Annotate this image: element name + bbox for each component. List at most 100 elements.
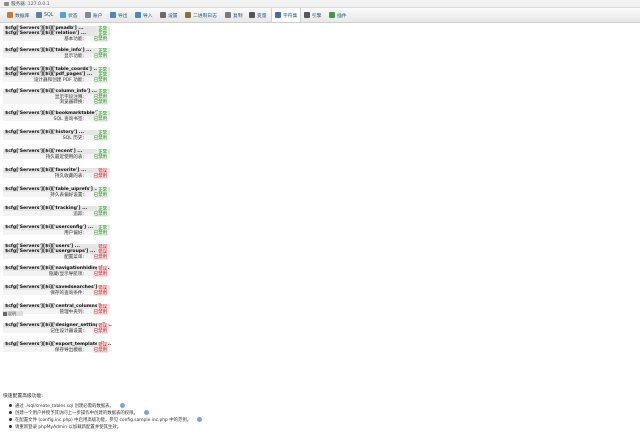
status-disabled[interactable]: 已禁用 — [92, 77, 108, 83]
tab-label: 数据库 — [15, 13, 30, 19]
feature-label: 隐藏/显示导航项: — [48, 272, 84, 277]
feature-label: 持久收藏的表: — [54, 174, 84, 179]
feature-label: 基本功能: — [64, 37, 84, 42]
tab-export[interactable]: 导出 — [107, 8, 131, 22]
quick-step-text: 创建一个用户并授予其访问上一步操作中创建的数据表的权限。 — [15, 410, 138, 416]
bullet-icon — [9, 404, 12, 407]
tab-sql[interactable]: SQL — [33, 8, 57, 22]
variables-icon — [249, 12, 255, 18]
tab-label: 插件 — [337, 13, 347, 19]
quick-steps: 快速配置高级功能: 通过 ./sql/create_tables.sql 创建必… — [3, 392, 623, 430]
feature-row: 持久收藏的表: 已禁用 — [3, 173, 110, 179]
sql-icon — [36, 12, 42, 18]
feature-row: 持久表偏好设置: 已禁用 — [3, 192, 110, 198]
tab-label: 设置 — [168, 13, 178, 19]
quick-step-item: 在配置文件 (config.inc.php) 中启用高级功能，参见 config… — [3, 416, 623, 423]
breadcrumb-server[interactable]: 服务器: 127.0.0.1 — [11, 1, 50, 7]
charset-icon — [275, 12, 281, 18]
tab-settings[interactable]: 设置 — [157, 8, 181, 22]
feature-label: 浏览器转换: — [59, 100, 84, 105]
users-icon — [85, 12, 91, 18]
feature-label: 保存的查询条件: — [50, 291, 84, 296]
tab-engines[interactable]: 引擎 — [301, 8, 325, 22]
tab-users[interactable]: 账户 — [82, 8, 106, 22]
feature-row: 用户偏好: 已禁用 — [3, 230, 110, 236]
help-icon[interactable] — [197, 417, 203, 422]
tab-status[interactable]: 状态 — [57, 8, 81, 22]
status-disabled[interactable]: 已禁用 — [92, 230, 108, 236]
status-error[interactable]: 已禁用 — [92, 173, 108, 179]
tab-label: 二进制日志 — [193, 13, 217, 19]
tab-variables[interactable]: 变量 — [246, 8, 270, 22]
settings-icon — [160, 12, 166, 18]
status-disabled[interactable]: 已禁用 — [92, 36, 108, 42]
status-disabled[interactable]: 已禁用 — [92, 116, 108, 122]
feature-row: 持久最近使用的表: 已禁用 — [3, 154, 110, 160]
tab-label: 变量 — [257, 13, 267, 19]
top-bar: 服务器: 127.0.0.1 — [0, 0, 640, 8]
tab-replication[interactable]: 复制 — [222, 8, 246, 22]
feature-row: 显示功能: 已禁用 — [3, 53, 110, 59]
feature-label: 设计器和创建 PDF 功能: — [33, 78, 84, 83]
status-error[interactable]: 已禁用 — [92, 328, 108, 334]
quick-steps-title: 快速配置高级功能: — [3, 394, 43, 399]
feature-label: SQL 历史: — [62, 136, 84, 141]
quick-step-text: 在配置文件 (config.inc.php) 中启用高级功能，参见 config… — [15, 417, 192, 423]
feature-label: 显示功能: — [64, 54, 84, 59]
quick-steps-list: 通过 ./sql/create_tables.sql 创建必需的数据表。 创建一个… — [3, 402, 623, 430]
bullet-icon — [9, 418, 12, 421]
config-group: $cfg['Servers'][$i]['column_info'] ... 正常… — [3, 89, 110, 105]
tab-plugins[interactable]: 插件 — [326, 8, 350, 22]
status-disabled[interactable]: 已禁用 — [92, 135, 108, 141]
help-icon[interactable] — [143, 410, 149, 415]
breadcrumb: 服务器: 127.0.0.1 — [4, 0, 50, 7]
feature-row: 配置菜单: 已禁用 — [3, 254, 110, 260]
status-icon — [60, 12, 66, 18]
tab-label: 字符集 — [283, 13, 298, 19]
config-group: $cfg['Servers'][$i]['userconfig'] ... 正常用… — [3, 225, 110, 236]
replication-icon — [225, 12, 231, 18]
feature-label: 记住设计器设置: — [50, 329, 84, 334]
import-icon — [135, 12, 141, 18]
tab-label: SQL — [44, 12, 54, 18]
quick-step-item: 请重新登录 phpMyAdmin 以加载新配置并使其生效。 — [3, 423, 623, 430]
status-disabled[interactable]: 已禁用 — [92, 53, 108, 59]
tab-charset[interactable]: 字符集 — [271, 8, 302, 22]
status-error[interactable]: 已禁用 — [92, 254, 108, 260]
tab-label: 引擎 — [312, 13, 322, 19]
quick-step-item: 通过 ./sql/create_tables.sql 创建必需的数据表。 — [3, 402, 623, 409]
tab-binlog[interactable]: 二进制日志 — [182, 8, 220, 22]
config-group: $cfg['Servers'][$i]['export_templates'] … — [3, 342, 111, 353]
feature-row: 保存的查询条件: 已禁用 — [3, 290, 110, 296]
config-group: $cfg['Servers'][$i]['users'] ... 错误 $cfg['… — [3, 244, 110, 260]
quick-step-text: 通过 ./sql/create_tables.sql 创建必需的数据表。 — [15, 403, 114, 409]
tab-database[interactable]: 数据库 — [4, 8, 32, 22]
feature-row: 保存导出模板: 已禁用 — [3, 347, 110, 353]
status-disabled[interactable]: 已禁用 — [92, 154, 108, 160]
bullet-icon — [9, 425, 12, 428]
status-error[interactable]: 已禁用 — [92, 309, 108, 315]
config-group: $cfg['Servers'][$i]['favorite'] ... 错误 持久收… — [3, 168, 110, 179]
status-error[interactable]: 已禁用 — [92, 347, 108, 353]
feature-label: 持久表偏好设置: — [50, 193, 84, 198]
status-disabled[interactable]: 已禁用 — [92, 192, 108, 198]
status-disabled[interactable]: 已禁用 — [92, 99, 108, 105]
status-disabled[interactable]: 已禁用 — [92, 211, 108, 217]
tab-import[interactable]: 导入 — [132, 8, 156, 22]
config-group: $cfg['Servers'][$i]['table_uiprefs'] ...… — [3, 187, 110, 198]
status-error[interactable]: 已禁用 — [92, 271, 108, 277]
status-error[interactable]: 已禁用 — [92, 290, 108, 296]
tab-label: 账户 — [93, 13, 103, 19]
info-badge-label: 说明 — [8, 310, 16, 316]
help-icon[interactable] — [119, 403, 125, 408]
server-icon — [4, 1, 9, 6]
